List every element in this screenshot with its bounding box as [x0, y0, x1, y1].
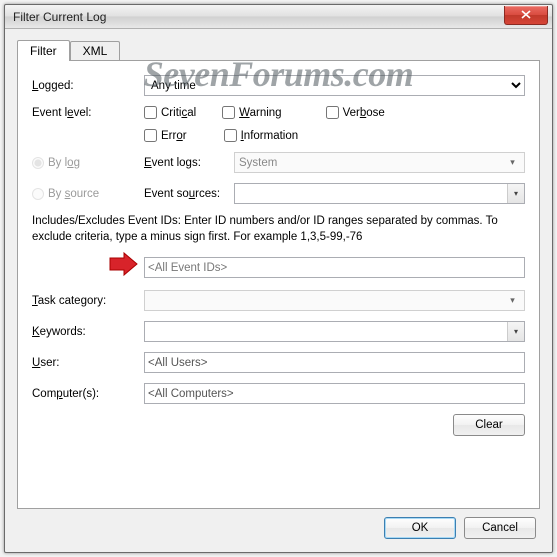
event-ids-description: Includes/Excludes Event IDs: Enter ID nu… [32, 214, 525, 245]
task-category-label: Task category: [32, 295, 144, 307]
close-button[interactable] [504, 6, 548, 25]
tab-xml[interactable]: XML [70, 41, 121, 60]
chevron-down-icon[interactable]: ▾ [507, 184, 524, 203]
chevron-down-icon[interactable]: ▾ [507, 322, 524, 341]
event-ids-input[interactable] [144, 257, 525, 278]
verbose-checkbox[interactable]: Verbose [326, 106, 385, 119]
keywords-dropdown[interactable]: ▾ [144, 321, 525, 342]
error-checkbox[interactable]: Error [144, 129, 187, 142]
critical-checkbox[interactable]: Critical [144, 106, 196, 119]
annotation-arrow-icon [106, 251, 142, 279]
computers-input[interactable] [144, 383, 525, 404]
event-sources-label: Event sources: [144, 188, 234, 200]
event-logs-label: Event logs: [144, 157, 234, 169]
window-title: Filter Current Log [13, 10, 504, 24]
tab-strip: Filter XML [17, 39, 540, 61]
user-label: User: [32, 357, 144, 369]
cancel-button[interactable]: Cancel [464, 517, 536, 539]
tab-filter[interactable]: Filter [17, 40, 70, 61]
event-logs-dropdown: System ▾ [234, 152, 525, 173]
by-source-radio: By source [32, 188, 144, 200]
dialog-footer: OK Cancel [17, 509, 540, 539]
dialog-window: Filter Current Log SevenForums.com Filte… [4, 4, 553, 553]
computers-label: Computer(s): [32, 388, 144, 400]
warning-checkbox[interactable]: Warning [222, 106, 281, 119]
event-level-label: Event level: [32, 107, 144, 119]
keywords-label: Keywords: [32, 326, 144, 338]
close-icon [521, 10, 531, 19]
user-input[interactable] [144, 352, 525, 373]
information-checkbox[interactable]: Information [224, 129, 299, 142]
titlebar: Filter Current Log [5, 5, 552, 29]
task-category-dropdown: ▾ [144, 290, 525, 311]
clear-button[interactable]: Clear [453, 414, 525, 436]
logged-dropdown[interactable]: Any time [144, 75, 525, 96]
event-sources-dropdown[interactable]: ▾ [234, 183, 525, 204]
ok-button[interactable]: OK [384, 517, 456, 539]
chevron-down-icon: ▾ [505, 157, 520, 168]
by-log-radio: By log [32, 157, 144, 169]
tab-panel-filter: Logged: Any time Event level: Critical W… [17, 61, 540, 509]
logged-label: Logged: [32, 80, 144, 92]
chevron-down-icon: ▾ [505, 295, 520, 306]
